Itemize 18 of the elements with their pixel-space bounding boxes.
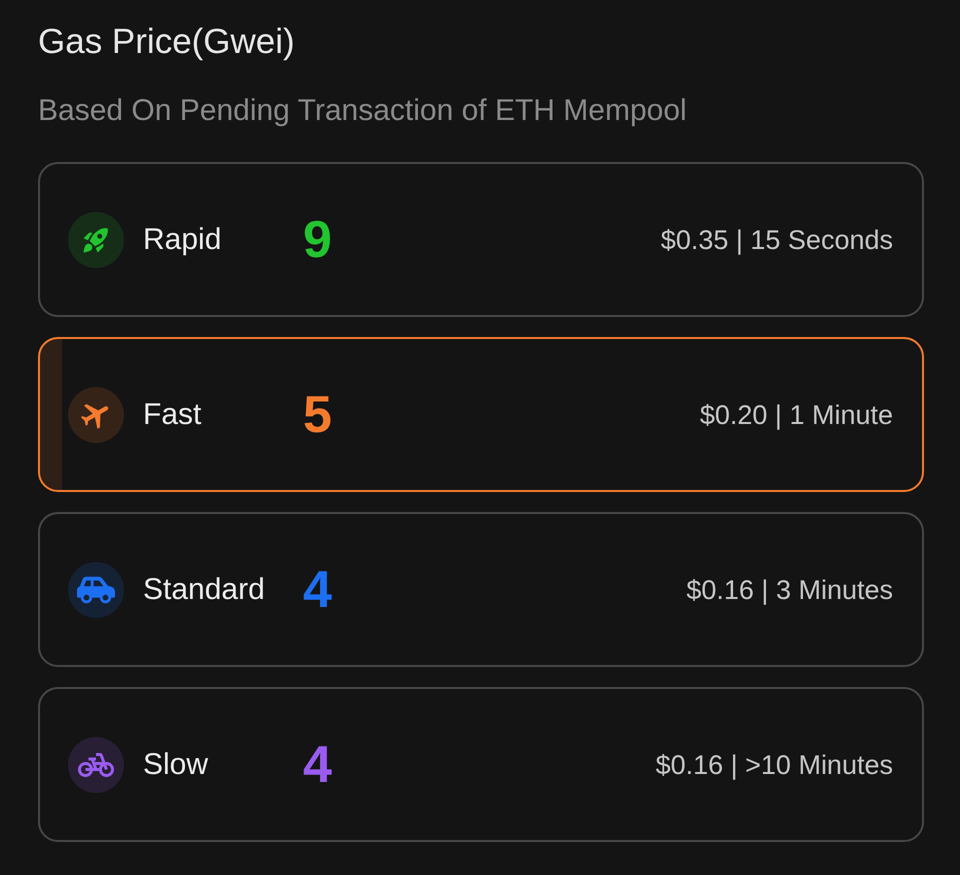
gwei-value: 4 [303, 734, 332, 794]
gas-tier-card[interactable]: Rapid 9 $0.35 | 15 Seconds [38, 162, 924, 317]
gas-tier-card[interactable]: Slow 4 $0.16 | >10 Minutes [38, 687, 924, 842]
cost-and-time: $0.16 | >10 Minutes [656, 748, 893, 782]
cost-and-time: $0.35 | 15 Seconds [660, 224, 893, 256]
tier-name: Slow [143, 746, 208, 782]
gwei-value: 9 [303, 210, 332, 270]
cost-and-time: $0.20 | 1 Minute [700, 398, 893, 432]
gwei-value: 4 [303, 560, 332, 620]
page-title: Gas Price(Gwei) [38, 21, 295, 63]
gas-tier-card[interactable]: Fast 5 $0.20 | 1 Minute [38, 337, 924, 492]
page-subtitle: Based On Pending Transaction of ETH Mempool [38, 93, 687, 129]
tier-name: Standard [143, 572, 265, 608]
cost-and-time: $0.16 | 3 Minutes [686, 574, 893, 606]
gwei-value: 5 [303, 384, 332, 444]
tier-name: Rapid [143, 222, 222, 258]
gas-tier-card[interactable]: Standard 4 $0.16 | 3 Minutes [38, 512, 924, 667]
tier-name: Fast [143, 396, 202, 432]
